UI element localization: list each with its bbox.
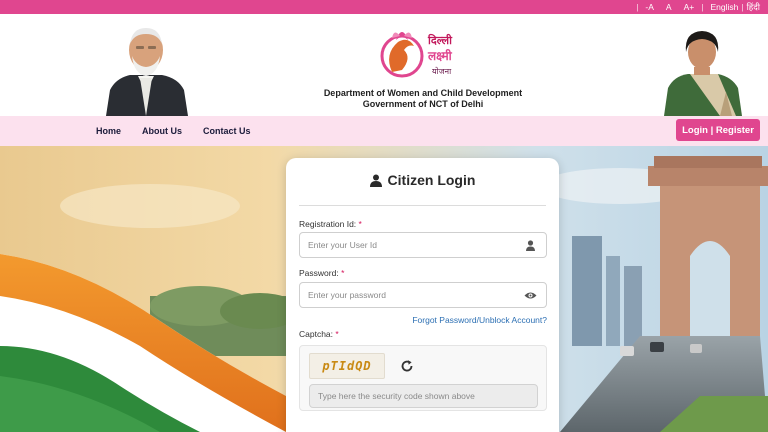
nav-about-us[interactable]: About Us — [142, 126, 182, 136]
citizen-login-card: Citizen Login Registration Id: * Passwor… — [286, 158, 559, 432]
logo-text-line3: योजना — [432, 66, 452, 76]
eye-icon[interactable] — [524, 289, 537, 302]
captcha-label: Captcha: * — [299, 329, 339, 339]
font-increase-button[interactable]: A+ — [678, 2, 701, 12]
main-navbar: Home About Us Contact Us — [0, 116, 768, 146]
login-title: Citizen Login — [286, 172, 559, 188]
language-english-link[interactable]: English — [704, 2, 740, 12]
person-icon — [369, 174, 382, 187]
forgot-password-link[interactable]: Forgot Password/Unblock Account? — [412, 315, 547, 325]
password-field[interactable] — [299, 282, 547, 308]
top-utility-bar: | -A A A+ | English | हिंदी — [0, 0, 768, 14]
leader-portrait-left — [100, 20, 192, 116]
captcha-input[interactable] — [318, 385, 528, 407]
language-hindi-link[interactable]: हिंदी — [745, 2, 760, 13]
password-label: Password: * — [299, 268, 345, 278]
india-gate-illustration — [648, 156, 768, 356]
department-heading: Department of Women and Child Developmen… — [300, 88, 546, 110]
topbar-divider-2: | — [701, 2, 704, 12]
refresh-icon[interactable] — [400, 359, 414, 373]
captcha-image: pTIdQD — [309, 353, 385, 379]
topbar-divider: | — [636, 2, 639, 12]
government-name: Government of NCT of Delhi — [362, 99, 484, 109]
title-divider — [299, 205, 546, 206]
accessibility-tools: | -A A A+ | English | हिंदी — [635, 0, 760, 14]
registration-id-label: Registration Id: * — [299, 219, 362, 229]
registration-id-field[interactable] — [299, 232, 547, 258]
font-decrease-button[interactable]: -A — [639, 2, 660, 12]
font-normal-button[interactable]: A — [660, 2, 678, 12]
login-title-text: Citizen Login — [387, 172, 476, 188]
nav-contact-us[interactable]: Contact Us — [203, 126, 251, 136]
login-register-button[interactable]: Login | Register — [676, 119, 760, 141]
captcha-field[interactable] — [309, 384, 538, 408]
logo-text-line2: लक्ष्मी — [427, 49, 453, 63]
user-icon — [526, 240, 535, 251]
leader-portrait-right — [660, 22, 744, 116]
language-separator: | — [741, 2, 744, 12]
nav-home[interactable]: Home — [96, 126, 121, 136]
nav-links: Home About Us Contact Us — [96, 116, 251, 146]
password-input[interactable] — [308, 283, 508, 307]
logo-text-line1: दिल्ली — [427, 33, 453, 47]
site-header: दिल्ली लक्ष्मी योजना Department of Women… — [0, 14, 768, 116]
registration-id-input[interactable] — [308, 233, 508, 257]
delhi-laxmi-yojana-logo: दिल्ली लक्ष्मी योजना — [378, 20, 482, 86]
department-name: Department of Women and Child Developmen… — [323, 88, 523, 98]
captcha-panel: pTIdQD — [299, 345, 547, 411]
